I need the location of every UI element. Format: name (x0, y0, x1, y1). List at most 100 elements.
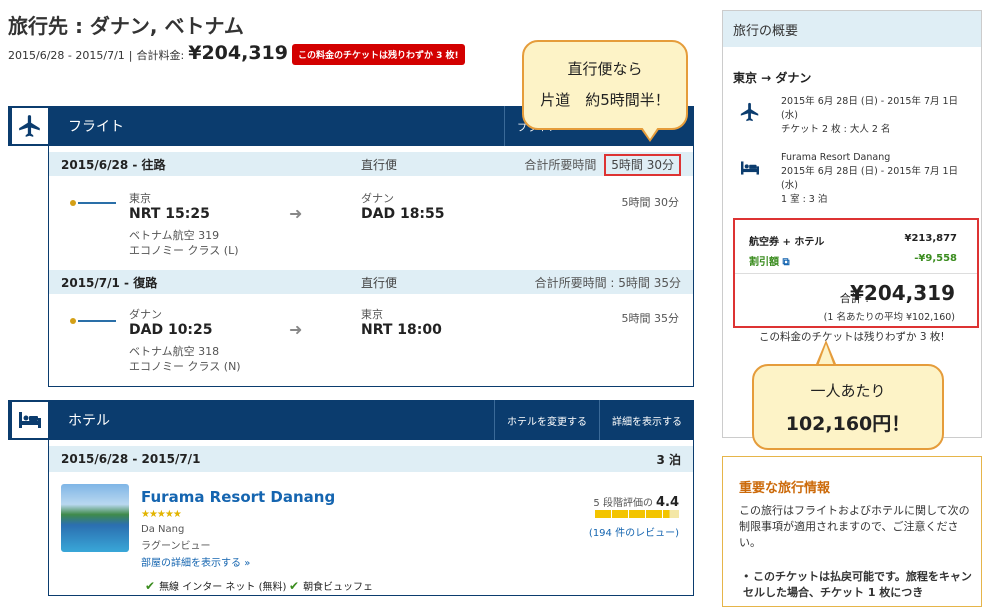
outbound-total-duration: 合計所要時間 5時間 30分 (524, 153, 681, 176)
separator: | (128, 49, 133, 62)
sidebar-hotel-rooms: 1 室 : 3 泊 (781, 194, 828, 205)
hotel-section-label: ホテル (68, 413, 110, 429)
per-person-average: (1 名あたりの平均 ¥102,160) (823, 312, 955, 323)
view-details-button[interactable]: 詳細を表示する (599, 400, 694, 440)
hotel-room-view: ラグーンビュー (141, 541, 211, 552)
chevron-down-icon: » (244, 558, 251, 569)
return-flight-number: ベトナム航空 318 (129, 345, 220, 358)
hotel-stay-dates: 2015/6/28 - 2015/7/1 (61, 452, 201, 466)
outbound-leg: 東京 NRT 15:25 ベトナム航空 319 エコノミー クラス (L) ➜ … (49, 176, 693, 270)
sidebar-scarcity: この料金のチケットは残りわずか 3 枚! (759, 331, 945, 343)
airplane-icon (737, 99, 763, 125)
hotel-details: Furama Resort Danang ★★★★★ Da Nang ラグーンビ… (49, 472, 693, 594)
sidebar-hotel-dates: 2015年 6月 28日 (日) - 2015年 7月 1日 (水) (781, 166, 959, 191)
airplane-icon (10, 106, 50, 146)
flight-callout: 直行便なら 片道 約5時間半！ (522, 40, 688, 130)
trip-summary-line: 2015/6/28 - 2015/7/1 | 合計料金: ¥204,319 (8, 42, 288, 64)
flight-card: 2015/6/28 - 往路 直行便 合計所要時間 5時間 30分 東京 NRT… (48, 146, 694, 387)
outbound-leg-header: 2015/6/28 - 往路 直行便 合計所要時間 5時間 30分 (49, 152, 693, 176)
outbound-arr-city: ダナン (361, 192, 394, 205)
scarcity-badge: この料金のチケットは残りわずか 3 枚! (292, 44, 465, 65)
divider (735, 273, 977, 274)
amenity-breakfast-label: 朝食ビュッフェ (303, 582, 374, 593)
info-bullet-text: このチケットは払戻可能です。旅程をキャンセルした場合、チケット 1 枚につき (743, 570, 972, 599)
guest-rating-bar (595, 510, 679, 518)
info-bullet: • このチケットは払戻可能です。旅程をキャンセルした場合、チケット 1 枚につき (743, 570, 972, 599)
price-breakdown: 航空券 + ホテル ¥213,877 割引額 ⧉ -¥9,558 合計 : ¥2… (733, 218, 979, 328)
total-label: 合計料金: (136, 49, 185, 62)
discount-label-group: 割引額 ⧉ (749, 253, 790, 268)
amenity-wifi-label: 無線 インター ネット (無料) (159, 582, 287, 593)
sidebar-route: 東京 → ダナン (733, 71, 812, 85)
price-callout-line2: 102,160円！ (785, 413, 911, 435)
reviews-link[interactable]: (194 件のレビュー) (589, 524, 679, 539)
return-total-duration: 合計所要時間 : 5時間 35分 (534, 275, 681, 290)
package-label: 航空券 + ホテル (749, 237, 825, 248)
hotel-location: Da Nang (141, 524, 185, 535)
flight-callout-tail-fill (642, 127, 658, 139)
price-callout: 一人あたり 102,160円！ (752, 364, 944, 450)
bed-icon (10, 400, 50, 440)
hotel-name-link[interactable]: Furama Resort Danang (141, 488, 335, 506)
sidebar-flight-dates: 2015年 6月 28日 (日) - 2015年 7月 1日 (水) (781, 96, 959, 121)
bed-icon (737, 155, 763, 181)
outbound-total-duration-label: 合計所要時間 (524, 157, 597, 172)
price-callout-tail-fill (818, 344, 834, 366)
outbound-flight-number: ベトナム航空 319 (129, 229, 220, 242)
hotel-stay-header: 2015/6/28 - 2015/7/1 3 泊 (49, 446, 693, 472)
outbound-arr-time: DAD 18:55 (361, 206, 445, 222)
return-date: 2015/7/1 - 復路 (61, 275, 158, 290)
sidebar-flight-tickets: チケット 2 枚 : 大人 2 名 (781, 124, 891, 135)
return-type: 直行便 (361, 275, 398, 290)
info-title: 重要な旅行情報 (739, 481, 831, 496)
hotel-section-bar: ホテル ホテルを変更する 詳細を表示する (8, 400, 694, 440)
package-price: ¥213,877 (904, 233, 957, 244)
outbound-dep-time: NRT 15:25 (129, 206, 210, 222)
guest-rating-label: 5 段階評価の (593, 498, 653, 509)
outbound-cabin: エコノミー クラス (L) (129, 244, 239, 257)
change-hotel-button[interactable]: ホテルを変更する (494, 400, 599, 440)
hotel-nights: 3 泊 (656, 452, 681, 467)
return-cabin: エコノミー クラス (N) (129, 360, 241, 373)
check-icon: ✔ (145, 578, 156, 593)
outbound-duration: 5時間 30分 (621, 196, 680, 209)
guest-rating-value: 4.4 (655, 495, 679, 510)
flight-callout-line1: 直行便なら (567, 60, 643, 78)
arrow-right-icon: ➜ (289, 320, 303, 339)
discount-row: 割引額 ⧉ -¥9,558 (749, 253, 957, 268)
check-icon: ✔ (289, 578, 300, 593)
page-title: 旅行先 : ダナン, ベトナム (8, 14, 244, 38)
flight-section-label: フライト (68, 119, 124, 135)
guest-rating: 5 段階評価の 4.4 (593, 494, 679, 510)
sidebar-flight-summary: 2015年 6月 28日 (日) - 2015年 7月 1日 (水) チケット … (781, 95, 977, 137)
sidebar-hotel-name: Furama Resort Danang (781, 152, 891, 163)
return-leg-header: 2015/7/1 - 復路 直行便 合計所要時間 : 5時間 35分 (49, 270, 693, 294)
return-leg: ダナン DAD 10:25 ベトナム航空 318 エコノミー クラス (N) ➜… (49, 294, 693, 388)
return-dep-time: DAD 10:25 (129, 322, 213, 338)
sidebar-total-value: ¥204,319 (849, 281, 955, 305)
vietnam-airlines-logo (70, 318, 116, 324)
arrow-right-icon: ➜ (289, 204, 303, 223)
room-details-link[interactable]: 部屋の詳細を表示する » (141, 554, 250, 569)
outbound-total-duration-value: 5時間 30分 (604, 153, 681, 176)
sidebar-hotel-summary: Furama Resort Danang 2015年 6月 28日 (日) - … (781, 151, 977, 207)
room-details-label: 部屋の詳細を表示する (141, 558, 241, 569)
external-link-icon[interactable]: ⧉ (782, 257, 789, 268)
outbound-dep-city: 東京 (129, 192, 151, 205)
price-callout-line1: 一人あたり (810, 382, 886, 400)
return-arr-city: 東京 (361, 308, 383, 321)
discount-label: 割引額 (749, 257, 779, 268)
amenity-wifi: ✔ 無線 インター ネット (無料) (145, 578, 287, 594)
total-amount: ¥204,319 (188, 42, 288, 64)
return-duration: 5時間 35分 (621, 312, 680, 325)
trip-date-range: 2015/6/28 - 2015/7/1 (8, 49, 125, 62)
outbound-type: 直行便 (361, 157, 398, 172)
flight-callout-line2: 片道 約5時間半！ (540, 91, 670, 109)
important-info-box: 重要な旅行情報 この旅行はフライトおよびホテルに関して次の制限事項が適用されます… (722, 456, 982, 607)
hotel-card: 2015/6/28 - 2015/7/1 3 泊 Furama Resort D… (48, 440, 694, 596)
hotel-photo[interactable] (61, 484, 129, 552)
outbound-date: 2015/6/28 - 往路 (61, 157, 166, 172)
hotel-star-rating: ★★★★★ (141, 509, 182, 520)
discount-value: -¥9,558 (914, 253, 957, 264)
amenity-breakfast: ✔ 朝食ビュッフェ (289, 578, 374, 594)
